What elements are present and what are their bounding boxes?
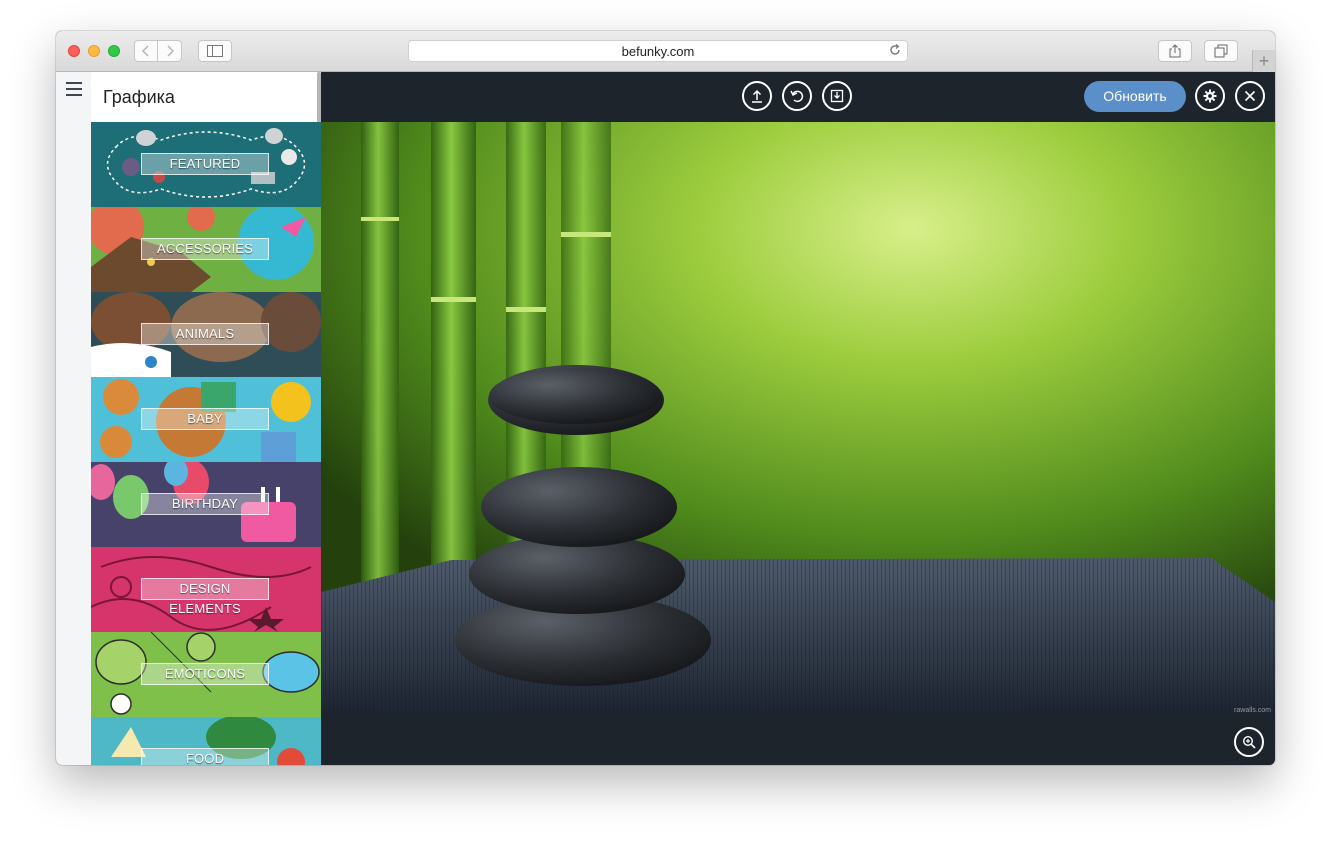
- category-label: EMOTICONS: [141, 663, 269, 685]
- category-label: ANIMALS: [141, 323, 269, 345]
- panel-title: Графика: [91, 72, 321, 122]
- chevron-right-icon: [166, 45, 174, 57]
- gear-icon: [1203, 89, 1217, 103]
- category-featured[interactable]: FEATURED: [91, 122, 321, 207]
- close-window-button[interactable]: [68, 45, 80, 57]
- upload-icon: [752, 89, 762, 103]
- save-icon: [830, 89, 844, 103]
- chevron-left-icon: [142, 45, 149, 57]
- browser-toolbar: befunky.com +: [56, 31, 1275, 72]
- tabs-icon: [1214, 44, 1228, 58]
- forward-button[interactable]: [158, 40, 182, 62]
- category-label: BABY: [141, 408, 269, 430]
- save-button[interactable]: [822, 81, 852, 111]
- share-button[interactable]: [1158, 40, 1192, 62]
- upload-button[interactable]: [742, 81, 772, 111]
- url-text: befunky.com: [621, 43, 695, 59]
- category-baby[interactable]: BABY: [91, 377, 321, 462]
- maximize-window-button[interactable]: [108, 45, 120, 57]
- left-rail: [56, 72, 92, 765]
- editor-toolbar: Обновить: [321, 72, 1275, 122]
- photo-watermark: rawalls.com: [1234, 707, 1271, 714]
- photo-image[interactable]: rawalls.com: [321, 122, 1275, 716]
- category-label: BIRTHDAY: [141, 493, 269, 515]
- category-accessories[interactable]: ACCESSORIES: [91, 207, 321, 292]
- category-birthday[interactable]: BIRTHDAY: [91, 462, 321, 547]
- editor-canvas[interactable]: rawalls.com: [321, 122, 1275, 765]
- tabs-overview-button[interactable]: [1204, 40, 1238, 62]
- category-food[interactable]: FOOD: [91, 717, 321, 765]
- hamburger-icon[interactable]: [66, 82, 82, 100]
- address-bar[interactable]: befunky.com: [408, 40, 908, 62]
- category-label: FOOD: [141, 748, 269, 765]
- category-design-elements[interactable]: DESIGN ELEMENTS: [91, 547, 321, 632]
- zen-stones-photo: [321, 122, 1275, 716]
- zoom-button[interactable]: [1234, 727, 1264, 757]
- close-editor-button[interactable]: [1235, 81, 1265, 111]
- undo-icon: [790, 90, 804, 103]
- sidebar-icon: [207, 45, 223, 57]
- zoom-icon: [1242, 735, 1256, 749]
- category-label: FEATURED: [141, 153, 269, 175]
- sidebar-toggle-button[interactable]: [198, 40, 232, 62]
- category-emoticons[interactable]: EMOTICONS: [91, 632, 321, 717]
- minimize-window-button[interactable]: [88, 45, 100, 57]
- reload-icon[interactable]: [889, 43, 901, 59]
- share-icon: [1169, 44, 1181, 58]
- close-icon: [1244, 90, 1256, 102]
- undo-button[interactable]: [782, 81, 812, 111]
- back-button[interactable]: [134, 40, 158, 62]
- settings-button[interactable]: [1195, 81, 1225, 111]
- graphics-panel: Графика FEATURED ACCESSORIES ANIMALS BAB…: [91, 72, 321, 765]
- new-tab-button[interactable]: +: [1252, 50, 1275, 72]
- category-label: DESIGN ELEMENTS: [141, 578, 269, 616]
- update-button[interactable]: Обновить: [1084, 81, 1186, 112]
- category-label: ACCESSORIES: [141, 238, 269, 260]
- category-animals[interactable]: ANIMALS: [91, 292, 321, 377]
- browser-window: befunky.com + Графика FEATURED ACCESSORI…: [56, 31, 1275, 765]
